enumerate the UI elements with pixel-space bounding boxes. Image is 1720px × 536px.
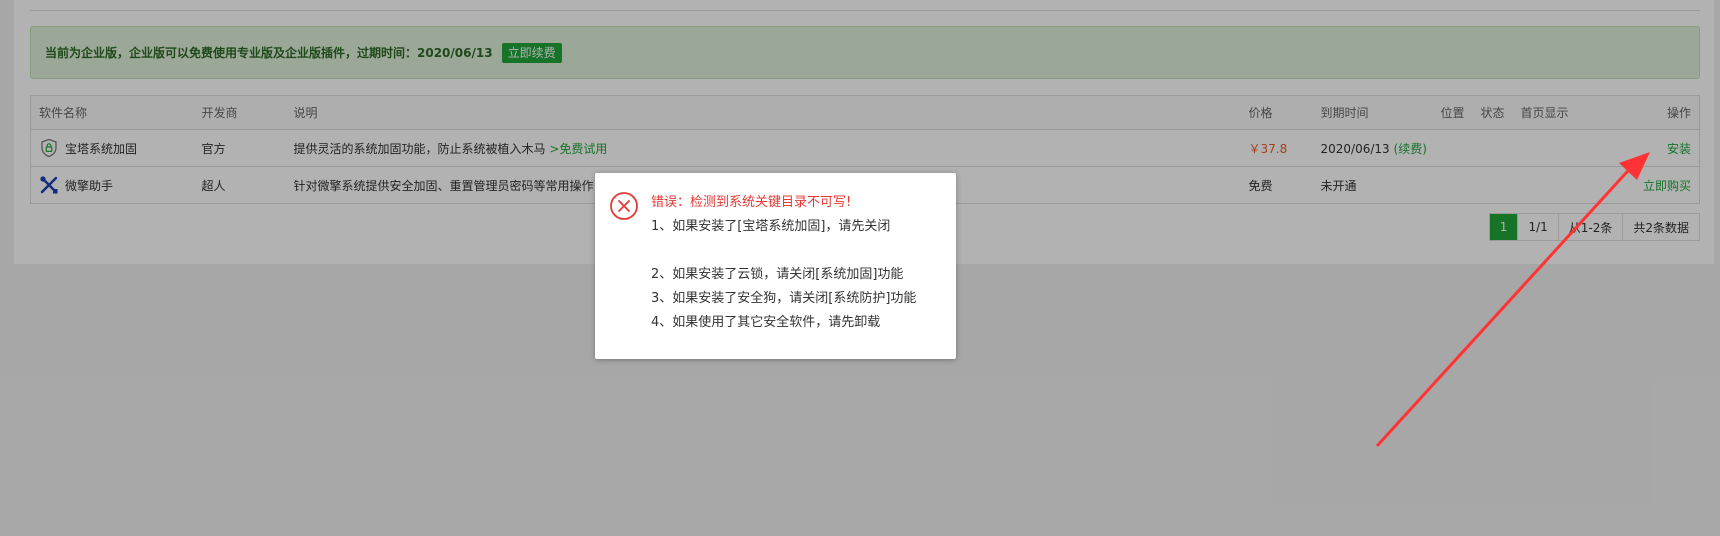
error-dialog: 错误：检测到系统关键目录不可写! 1、如果安装了[宝塔系统加固]，请先关闭 2、… bbox=[595, 173, 956, 359]
error-title: 错误：检测到系统关键目录不可写! bbox=[651, 195, 852, 210]
error-line: 1、如果安装了[宝塔系统加固]，请先关闭 bbox=[651, 219, 891, 234]
error-line: 4、如果使用了其它安全软件，请先卸载 bbox=[651, 315, 881, 330]
error-line: 2、如果安装了云锁，请关闭[系统加固]功能 bbox=[651, 267, 904, 282]
error-line: 3、如果安装了安全狗，请关闭[系统防护]功能 bbox=[651, 291, 917, 306]
error-icon bbox=[610, 192, 638, 220]
error-gap bbox=[651, 239, 940, 263]
